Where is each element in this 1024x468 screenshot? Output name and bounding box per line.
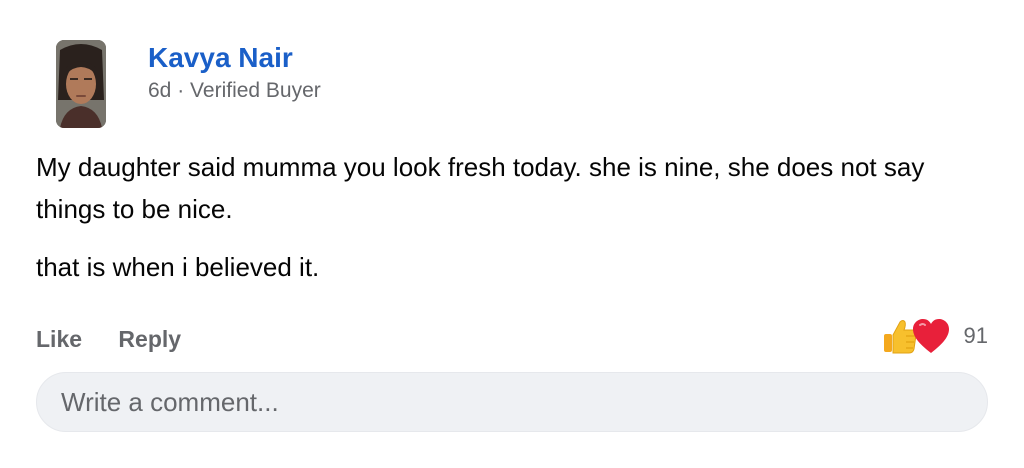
reactions-summary[interactable]: 91 bbox=[880, 314, 988, 358]
avatar[interactable] bbox=[56, 40, 106, 128]
comment-age[interactable]: 6d bbox=[148, 79, 171, 102]
comment-card: Kavya Nair 6d · Verified Buyer My daught… bbox=[0, 0, 1024, 468]
verified-buyer-badge: Verified Buyer bbox=[190, 79, 321, 102]
comment-meta: 6d · Verified Buyer bbox=[148, 78, 321, 104]
meta-separator: · bbox=[177, 79, 185, 102]
comment-input[interactable] bbox=[36, 372, 988, 432]
like-button[interactable]: Like bbox=[36, 326, 82, 352]
avatar-photo bbox=[56, 40, 106, 128]
reaction-count: 91 bbox=[963, 323, 988, 348]
comment-paragraph: that is when i believed it. bbox=[36, 252, 320, 282]
heart-icon bbox=[912, 319, 949, 353]
comment-body: My daughter said mumma you look fresh to… bbox=[36, 146, 998, 288]
comment-paragraph: My daughter said mumma you look fresh to… bbox=[36, 152, 925, 224]
author-name[interactable]: Kavya Nair bbox=[148, 41, 293, 75]
comment-actions: Like Reply bbox=[36, 324, 181, 354]
reply-button[interactable]: Reply bbox=[118, 326, 181, 352]
